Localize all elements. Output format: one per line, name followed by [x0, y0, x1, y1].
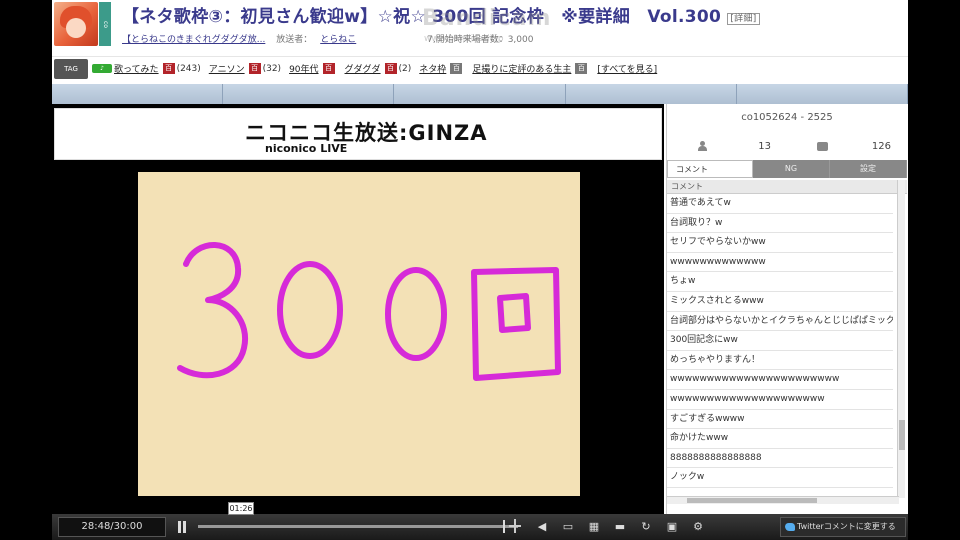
- reload-icon[interactable]: ↻: [638, 520, 654, 534]
- settings-icon[interactable]: ⚙: [690, 520, 706, 534]
- seek-position-marker[interactable]: [509, 519, 521, 533]
- comment-hscrollbar[interactable]: [667, 496, 899, 504]
- handwritten-300-drawing: [177, 242, 561, 381]
- comment-row[interactable]: wwwwwwwwwwwww: [667, 253, 893, 273]
- comment-list: コメント 普通であえてw 台詞取り？w セリフでやらないかww wwwwwwwwwww…: [667, 180, 907, 504]
- broadcaster-label: 放送者：: [276, 35, 313, 45]
- dic-icon: 百: [450, 63, 463, 74]
- tag-item[interactable]: 90年代百: [289, 62, 336, 75]
- menu-tab[interactable]: [394, 84, 566, 104]
- tag-item[interactable]: 足撮りに定評のある生主百: [472, 62, 589, 75]
- hscrollbar-thumb[interactable]: [687, 498, 817, 503]
- comment-row[interactable]: ミックスされとるwww: [667, 292, 893, 312]
- community-link[interactable]: 【とらねこのきまぐれグダグダ放...: [122, 35, 265, 45]
- menu-tab[interactable]: [566, 84, 737, 104]
- seek-tooltip: 01:26: [228, 502, 254, 515]
- dic-icon: 百: [322, 63, 335, 74]
- bandicam-watermark: Bandicam: [422, 6, 552, 31]
- control-icons: ◀ ▭ ▦ ▬ ↻ ▣ ⚙: [534, 520, 716, 534]
- scrollbar-thumb[interactable]: [899, 420, 905, 450]
- comment-list-header: コメント: [667, 180, 907, 194]
- comment-row[interactable]: セリフでやらないかww: [667, 233, 893, 253]
- right-letterbox: [908, 0, 960, 540]
- comment-row[interactable]: すごすぎるwwww: [667, 410, 893, 430]
- comment-row[interactable]: wwwwwwwwwwwwwwwwwwwwwww: [667, 370, 893, 390]
- panel-tabs: コメント NG 設定: [667, 160, 907, 178]
- comment-row[interactable]: 台詞取り？w: [667, 214, 893, 234]
- tab-ng[interactable]: NG: [753, 160, 830, 178]
- stream-stats: 13 126: [667, 136, 907, 156]
- video-player[interactable]: ニコニコ生放送:GINZA niconico LIVE: [52, 104, 664, 514]
- capture-icon[interactable]: ▣: [664, 520, 680, 534]
- broadcaster-avatar[interactable]: [54, 2, 98, 46]
- menu-tab[interactable]: [737, 84, 908, 104]
- stream-header: co 【ネタ歌枠③：初見さん歓迎w】☆祝☆ 300回 記念枠 ※要詳細 Vol.…: [52, 0, 908, 52]
- broadcaster-name-link[interactable]: とらねこ: [320, 35, 356, 45]
- niconico-live-logo: niconico LIVE: [265, 142, 348, 155]
- tab-comments[interactable]: コメント: [667, 160, 753, 178]
- tag-bar: TAG ♪ 歌ってみた百 (243) アニソン百 (32) 90年代百 グダグダ百 (2…: [52, 56, 908, 80]
- ginza-banner: ニコニコ生放送:GINZA niconico LIVE: [54, 108, 662, 160]
- viewer-stats: 7,開始時来場者数：3,000: [427, 35, 534, 45]
- player-controls: 28:48/30:00 ◀ ▭ ▦ ▬ ↻ ▣ ⚙ Twitterコメントに変更…: [52, 514, 908, 540]
- tag-item[interactable]: ネタ枠百: [419, 62, 464, 75]
- video-canvas: [138, 172, 580, 496]
- comment-row[interactable]: 台詞部分はやらないかとイクラちゃんとじじぱぱミック: [667, 312, 893, 332]
- dic-icon: 百: [384, 63, 397, 74]
- comment-row[interactable]: ちょw: [667, 272, 893, 292]
- left-letterbox: [0, 0, 52, 540]
- detail-link[interactable]: [詳細]: [727, 12, 760, 25]
- niconico-live-window: co 【ネタ歌枠③：初見さん歓迎w】☆祝☆ 300回 記念枠 ※要詳細 Vol.…: [52, 0, 908, 540]
- menu-bar: [52, 84, 908, 104]
- menu-tab[interactable]: [223, 84, 395, 104]
- comment-row[interactable]: 8888888888888888: [667, 449, 893, 469]
- twitter-comment-button[interactable]: Twitterコメントに変更する: [780, 517, 906, 537]
- twitter-bird-icon: [785, 522, 795, 531]
- dic-icon: 百: [248, 63, 261, 74]
- seek-handle[interactable]: [503, 520, 506, 533]
- pause-icon[interactable]: [176, 521, 188, 533]
- tag-list: ♪ 歌ってみた百 (243) アニソン百 (32) 90年代百 グダグダ百 (2) ネタ…: [92, 62, 669, 75]
- seek-bar[interactable]: [198, 520, 518, 533]
- menu-tab[interactable]: [52, 84, 224, 104]
- person-icon: [697, 141, 707, 151]
- comment-row[interactable]: 300回記念にww: [667, 331, 893, 351]
- comment-count: 126: [871, 140, 891, 152]
- sing-badge-icon: ♪: [92, 64, 112, 73]
- time-display: 28:48/30:00: [58, 517, 166, 537]
- tag-icon: TAG: [54, 59, 88, 79]
- tag-item[interactable]: ♪ 歌ってみた百 (243): [92, 62, 201, 75]
- comment-row[interactable]: めっちゃやりますん！: [667, 351, 893, 371]
- comment-row[interactable]: 普通であえてw: [667, 194, 893, 214]
- dic-icon: 百: [575, 63, 588, 74]
- stream-id: co1052624 - 2525: [741, 112, 833, 123]
- comment-toggle-icon[interactable]: ▭: [560, 520, 576, 534]
- tag-item[interactable]: アニソン百 (32): [209, 62, 281, 75]
- stream-meta: 【とらねこのきまぐれグダグダ放... 放送者： とらねこ 7,開始時来場者数：3,…: [122, 32, 541, 45]
- tab-settings[interactable]: 設定: [830, 160, 907, 178]
- viewer-count: 13: [758, 140, 771, 152]
- comment-row[interactable]: 命かけたwww: [667, 429, 893, 449]
- community-badge: co: [99, 2, 111, 46]
- volume-icon[interactable]: ◀: [534, 520, 550, 534]
- tag-item[interactable]: グダグダ百 (2): [345, 62, 411, 75]
- comment-panel: co1052624 - 2525 13 126 コメント NG 設定 コメント …: [666, 104, 908, 514]
- dic-icon: 百: [162, 63, 175, 74]
- comment-row[interactable]: ノックw: [667, 468, 893, 488]
- quality-icon[interactable]: ▦: [586, 520, 602, 534]
- comment-bubble-icon: [817, 141, 828, 151]
- see-all-tags-link[interactable]: [すべてを見る]: [597, 62, 661, 75]
- screen-size-icon[interactable]: ▬: [612, 520, 628, 534]
- comment-scrollbar[interactable]: [897, 180, 905, 498]
- comment-row[interactable]: wwwwwwwwwwwwwwwwwwwww: [667, 390, 893, 410]
